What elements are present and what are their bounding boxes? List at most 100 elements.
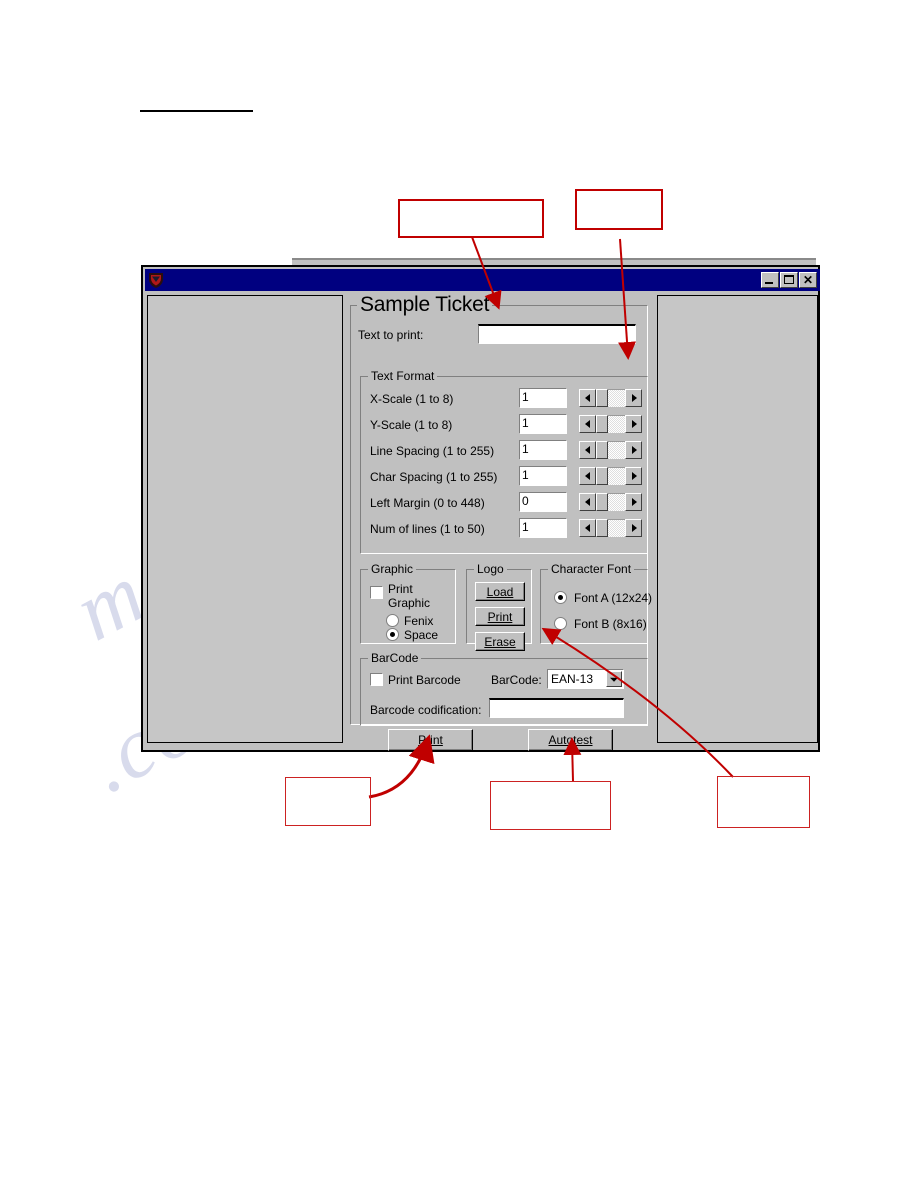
x-scale-decrement-icon[interactable] [579, 389, 596, 407]
app-shield-icon [147, 271, 165, 289]
text-to-print-label: Text to print: [358, 328, 424, 342]
barcode-group: BarCode Print Barcode BarCode: EAN-13 Ba… [360, 651, 648, 726]
font-b-radio[interactable] [554, 617, 567, 630]
autotest-button[interactable]: Autotest [528, 729, 613, 751]
window-control-group: ✕ [761, 272, 817, 288]
barcode-codification-label: Barcode codification: [370, 703, 482, 717]
character-font-legend: Character Font [548, 562, 635, 576]
x-scale-label: X-Scale (1 to 8) [370, 392, 454, 406]
char-spacing-decrement-icon[interactable] [579, 467, 596, 485]
char-spacing-scrollbar[interactable] [579, 467, 642, 485]
line-spacing-trough[interactable] [608, 441, 625, 459]
maximize-icon [784, 275, 794, 284]
char-spacing-label: Char Spacing (1 to 255) [370, 470, 498, 484]
char-spacing-trough[interactable] [608, 467, 625, 485]
num-of-lines-scrollbar[interactable] [579, 519, 642, 537]
barcode-select-label: BarCode: [491, 673, 542, 687]
x-scale-trough[interactable] [608, 389, 625, 407]
char-spacing-input[interactable]: 1 [519, 466, 567, 486]
line-spacing-increment-icon[interactable] [625, 441, 642, 459]
character-font-group: Character Font Font A (12x24) Font B (8x… [540, 562, 652, 644]
callout-text-to-print [398, 199, 544, 238]
logo-load-button[interactable]: Load [475, 582, 525, 601]
callout-autotest-button [490, 781, 611, 830]
graphic-option-space-label: Space [404, 628, 439, 642]
left-margin-scrollbar[interactable] [579, 493, 642, 511]
graphic-option-space-radio[interactable] [386, 628, 399, 641]
text-format-group: Text Format X-Scale (1 to 8) 1 Y-Scale (… [360, 369, 648, 554]
text-format-legend: Text Format [368, 369, 438, 383]
logo-erase-label: Erase [484, 634, 516, 649]
text-to-print-input[interactable] [478, 324, 636, 344]
barcode-legend: BarCode [368, 651, 422, 665]
logo-group: Logo Load Print Erase [466, 562, 532, 651]
left-filler-panel [147, 295, 343, 743]
print-button[interactable]: Print [388, 729, 473, 751]
print-graphic-checkbox[interactable] [370, 586, 383, 599]
print-barcode-label: Print Barcode [388, 673, 461, 687]
line-spacing-input[interactable]: 1 [519, 440, 567, 460]
line-spacing-label: Line Spacing (1 to 255) [370, 444, 495, 458]
left-margin-decrement-icon[interactable] [579, 493, 596, 511]
barcode-type-value: EAN-13 [551, 672, 594, 686]
right-filler-panel [657, 295, 818, 743]
graphic-group: Graphic Print Graphic Fenix Space [360, 562, 456, 644]
y-scale-increment-icon[interactable] [625, 415, 642, 433]
chevron-down-icon[interactable] [606, 671, 622, 687]
barcode-codification-input[interactable] [489, 698, 624, 718]
window-titlebar[interactable]: ✕ [145, 269, 820, 291]
y-scale-thumb[interactable] [596, 415, 608, 433]
x-scale-thumb[interactable] [596, 389, 608, 407]
num-of-lines-input[interactable]: 1 [519, 518, 567, 538]
graphic-legend: Graphic [368, 562, 417, 576]
y-scale-trough[interactable] [608, 415, 625, 433]
num-of-lines-decrement-icon[interactable] [579, 519, 596, 537]
autotest-button-label: Autotest [548, 733, 593, 747]
y-scale-input[interactable]: 1 [519, 414, 567, 434]
left-margin-input[interactable]: 0 [519, 492, 567, 512]
callout-print-button [285, 777, 371, 826]
line-spacing-decrement-icon[interactable] [579, 441, 596, 459]
minimize-icon [765, 282, 773, 284]
graphic-option-fenix-label: Fenix [404, 614, 434, 628]
callout-logo-erase [717, 776, 810, 828]
page-heading-rule [140, 110, 253, 112]
num-of-lines-label: Num of lines (1 to 50) [370, 522, 485, 536]
print-graphic-label: Print Graphic [388, 582, 431, 610]
callout-scroll-control [575, 189, 663, 230]
logo-print-label: Print [487, 609, 513, 624]
left-margin-increment-icon[interactable] [625, 493, 642, 511]
maximize-button[interactable] [780, 272, 798, 288]
application-window: ✕ Sample Ticket Text to print: Text Form… [141, 265, 820, 752]
graphic-option-fenix-radio[interactable] [386, 614, 399, 627]
logo-legend: Logo [474, 562, 507, 576]
y-scale-decrement-icon[interactable] [579, 415, 596, 433]
logo-load-label: Load [486, 584, 514, 599]
num-of-lines-trough[interactable] [608, 519, 625, 537]
x-scale-scrollbar[interactable] [579, 389, 642, 407]
line-spacing-scrollbar[interactable] [579, 441, 642, 459]
num-of-lines-thumb[interactable] [596, 519, 608, 537]
sample-ticket-group: Sample Ticket Text to print: Text Format… [350, 293, 652, 726]
font-a-radio[interactable] [554, 591, 567, 604]
close-button[interactable]: ✕ [799, 272, 817, 288]
x-scale-input[interactable]: 1 [519, 388, 567, 408]
x-scale-increment-icon[interactable] [625, 389, 642, 407]
logo-print-button[interactable]: Print [475, 607, 525, 626]
y-scale-scrollbar[interactable] [579, 415, 642, 433]
minimize-button[interactable] [761, 272, 779, 288]
font-a-label: Font A (12x24) [574, 591, 653, 605]
left-margin-trough[interactable] [608, 493, 625, 511]
char-spacing-thumb[interactable] [596, 467, 608, 485]
barcode-type-select[interactable]: EAN-13 [547, 669, 624, 689]
print-barcode-checkbox[interactable] [370, 673, 383, 686]
font-b-label: Font B (8x16) [574, 617, 647, 631]
y-scale-label: Y-Scale (1 to 8) [370, 418, 453, 432]
sample-ticket-dialog: Sample Ticket Text to print: Text Format… [346, 293, 652, 751]
left-margin-label: Left Margin (0 to 448) [370, 496, 485, 510]
left-margin-thumb[interactable] [596, 493, 608, 511]
line-spacing-thumb[interactable] [596, 441, 608, 459]
logo-erase-button[interactable]: Erase [475, 632, 525, 651]
num-of-lines-increment-icon[interactable] [625, 519, 642, 537]
char-spacing-increment-icon[interactable] [625, 467, 642, 485]
